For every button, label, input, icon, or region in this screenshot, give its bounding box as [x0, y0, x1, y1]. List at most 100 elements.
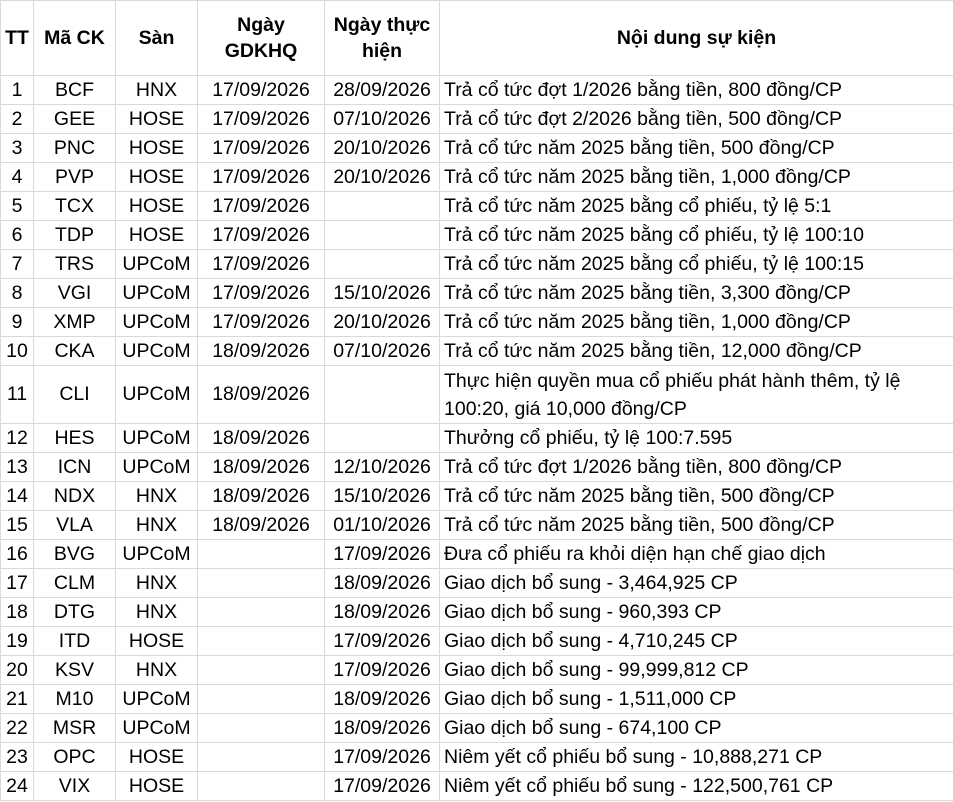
cell-san: HOSE — [115, 104, 198, 134]
cell-san: HNX — [115, 510, 198, 540]
cell-ma-ck: CLM — [33, 568, 116, 598]
table-row: 12 HES UPCoM 18/09/2026 Thưởng cổ phiếu, tỷ … — [0, 423, 953, 453]
table-row: 3 PNC HOSE 17/09/2026 20/10/2026 Trả cổ tức n… — [0, 133, 953, 163]
cell-san: HOSE — [115, 742, 198, 772]
cell-ngay-gdkhq: 17/09/2026 — [197, 75, 325, 105]
cell-ngay-gdkhq: 17/09/2026 — [197, 162, 325, 192]
cell-tt: 5 — [0, 191, 34, 221]
cell-san: HOSE — [115, 220, 198, 250]
cell-noi-dung: Giao dịch bổ sung - 3,464,925 CP — [439, 568, 953, 598]
cell-noi-dung: Trả cổ tức đợt 1/2026 bằng tiền, 800 đồn… — [439, 75, 953, 105]
cell-ma-ck: PVP — [33, 162, 116, 192]
table-row: 2 GEE HOSE 17/09/2026 07/10/2026 Trả cổ tức đ… — [0, 104, 953, 134]
table-row: 5 TCX HOSE 17/09/2026 Trả cổ tức năm 2025 bằ… — [0, 191, 953, 221]
cell-ma-ck: HES — [33, 423, 116, 453]
cell-noi-dung: Trả cổ tức năm 2025 bằng cổ phiếu, tỷ lệ… — [439, 191, 953, 221]
cell-ngay-thuc-hien: 17/09/2026 — [324, 539, 440, 569]
cell-san: HNX — [115, 568, 198, 598]
cell-ma-ck: TDP — [33, 220, 116, 250]
cell-tt: 22 — [0, 713, 34, 743]
cell-tt: 14 — [0, 481, 34, 511]
cell-noi-dung: Thực hiện quyền mua cổ phiếu phát hành t… — [439, 365, 953, 424]
events-table: TT Mã CK Sàn Ngày GDKHQ Ngày thực hiện N… — [0, 0, 953, 801]
cell-ngay-gdkhq: 18/09/2026 — [197, 365, 325, 424]
cell-ngay-gdkhq — [197, 597, 325, 627]
cell-ma-ck: PNC — [33, 133, 116, 163]
cell-tt: 1 — [0, 75, 34, 105]
cell-tt: 18 — [0, 597, 34, 627]
cell-ngay-gdkhq: 18/09/2026 — [197, 452, 325, 482]
cell-san: HOSE — [115, 162, 198, 192]
table-row: 8 VGI UPCoM 17/09/2026 15/10/2026 Trả cổ tức … — [0, 278, 953, 308]
cell-ma-ck: VGI — [33, 278, 116, 308]
table-row: 4 PVP HOSE 17/09/2026 20/10/2026 Trả cổ tức n… — [0, 162, 953, 192]
header-ngay-gdkhq: Ngày GDKHQ — [197, 0, 325, 76]
cell-san: UPCoM — [115, 684, 198, 714]
cell-ngay-thuc-hien: 17/09/2026 — [324, 626, 440, 656]
table-row: 17 CLM HNX 18/09/2026 Giao dịch bổ sung - 3,… — [0, 568, 953, 598]
cell-ma-ck: ITD — [33, 626, 116, 656]
cell-tt: 3 — [0, 133, 34, 163]
cell-ngay-thuc-hien: 20/10/2026 — [324, 307, 440, 337]
cell-san: HNX — [115, 481, 198, 511]
cell-ngay-thuc-hien: 18/09/2026 — [324, 684, 440, 714]
cell-noi-dung: Trả cổ tức năm 2025 bằng tiền, 500 đồng/… — [439, 510, 953, 540]
cell-ngay-thuc-hien — [324, 249, 440, 279]
cell-tt: 21 — [0, 684, 34, 714]
cell-ngay-gdkhq: 17/09/2026 — [197, 307, 325, 337]
table-row: 18 DTG HNX 18/09/2026 Giao dịch bổ sung - 96… — [0, 597, 953, 627]
cell-ngay-thuc-hien: 07/10/2026 — [324, 104, 440, 134]
cell-san: UPCoM — [115, 249, 198, 279]
cell-ma-ck: VIX — [33, 771, 116, 801]
cell-ngay-gdkhq — [197, 655, 325, 685]
cell-noi-dung: Trả cổ tức năm 2025 bằng tiền, 12,000 đồ… — [439, 336, 953, 366]
cell-san: HOSE — [115, 626, 198, 656]
cell-ngay-thuc-hien: 07/10/2026 — [324, 336, 440, 366]
cell-ma-ck: TRS — [33, 249, 116, 279]
table-row: 22 MSR UPCoM 18/09/2026 Giao dịch bổ sung - … — [0, 713, 953, 743]
cell-ma-ck: XMP — [33, 307, 116, 337]
cell-ngay-gdkhq: 18/09/2026 — [197, 481, 325, 511]
cell-san: UPCoM — [115, 307, 198, 337]
header-row: TT Mã CK Sàn Ngày GDKHQ Ngày thực hiện N… — [0, 0, 953, 76]
cell-ngay-thuc-hien — [324, 365, 440, 424]
cell-ngay-gdkhq — [197, 742, 325, 772]
cell-ma-ck: BCF — [33, 75, 116, 105]
cell-san: HNX — [115, 655, 198, 685]
table-row: 19 ITD HOSE 17/09/2026 Giao dịch bổ sung - 4… — [0, 626, 953, 656]
table-row: 14 NDX HNX 18/09/2026 15/10/2026 Trả cổ tức n… — [0, 481, 953, 511]
cell-san: UPCoM — [115, 539, 198, 569]
cell-ngay-gdkhq: 17/09/2026 — [197, 220, 325, 250]
cell-ma-ck: CLI — [33, 365, 116, 424]
cell-ngay-thuc-hien: 01/10/2026 — [324, 510, 440, 540]
table-body: 1 BCF HNX 17/09/2026 28/09/2026 Trả cổ tức đợ… — [0, 75, 953, 801]
cell-noi-dung: Trả cổ tức năm 2025 bằng tiền, 1,000 đồn… — [439, 162, 953, 192]
cell-tt: 4 — [0, 162, 34, 192]
cell-san: HNX — [115, 597, 198, 627]
cell-ngay-gdkhq: 18/09/2026 — [197, 510, 325, 540]
table-row: 6 TDP HOSE 17/09/2026 Trả cổ tức năm 2025 bằ… — [0, 220, 953, 250]
cell-noi-dung: Niêm yết cổ phiếu bổ sung - 10,888,271 C… — [439, 742, 953, 772]
cell-ngay-thuc-hien: 17/09/2026 — [324, 655, 440, 685]
table-row: 15 VLA HNX 18/09/2026 01/10/2026 Trả cổ tức n… — [0, 510, 953, 540]
cell-ngay-thuc-hien: 20/10/2026 — [324, 162, 440, 192]
cell-ngay-gdkhq: 17/09/2026 — [197, 104, 325, 134]
cell-noi-dung: Giao dịch bổ sung - 674,100 CP — [439, 713, 953, 743]
cell-tt: 24 — [0, 771, 34, 801]
cell-ngay-thuc-hien — [324, 191, 440, 221]
cell-ma-ck: CKA — [33, 336, 116, 366]
cell-san: UPCoM — [115, 365, 198, 424]
cell-ma-ck: MSR — [33, 713, 116, 743]
cell-ngay-thuc-hien: 18/09/2026 — [324, 568, 440, 598]
cell-ngay-thuc-hien: 28/09/2026 — [324, 75, 440, 105]
cell-noi-dung: Trả cổ tức năm 2025 bằng cổ phiếu, tỷ lệ… — [439, 249, 953, 279]
table-row: 11 CLI UPCoM 18/09/2026 Thực hiện quyền mua … — [0, 365, 953, 424]
cell-ngay-thuc-hien: 17/09/2026 — [324, 742, 440, 772]
cell-noi-dung: Trả cổ tức năm 2025 bằng tiền, 500 đồng/… — [439, 133, 953, 163]
table-row: 10 CKA UPCoM 18/09/2026 07/10/2026 Trả cổ tức… — [0, 336, 953, 366]
table-row: 21 M10 UPCoM 18/09/2026 Giao dịch bổ sung - … — [0, 684, 953, 714]
table-row: 24 VIX HOSE 17/09/2026 Niêm yết cổ phiếu bổ … — [0, 771, 953, 801]
cell-noi-dung: Niêm yết cổ phiếu bổ sung - 122,500,761 … — [439, 771, 953, 801]
cell-noi-dung: Thưởng cổ phiếu, tỷ lệ 100:7.595 — [439, 423, 953, 453]
cell-tt: 9 — [0, 307, 34, 337]
